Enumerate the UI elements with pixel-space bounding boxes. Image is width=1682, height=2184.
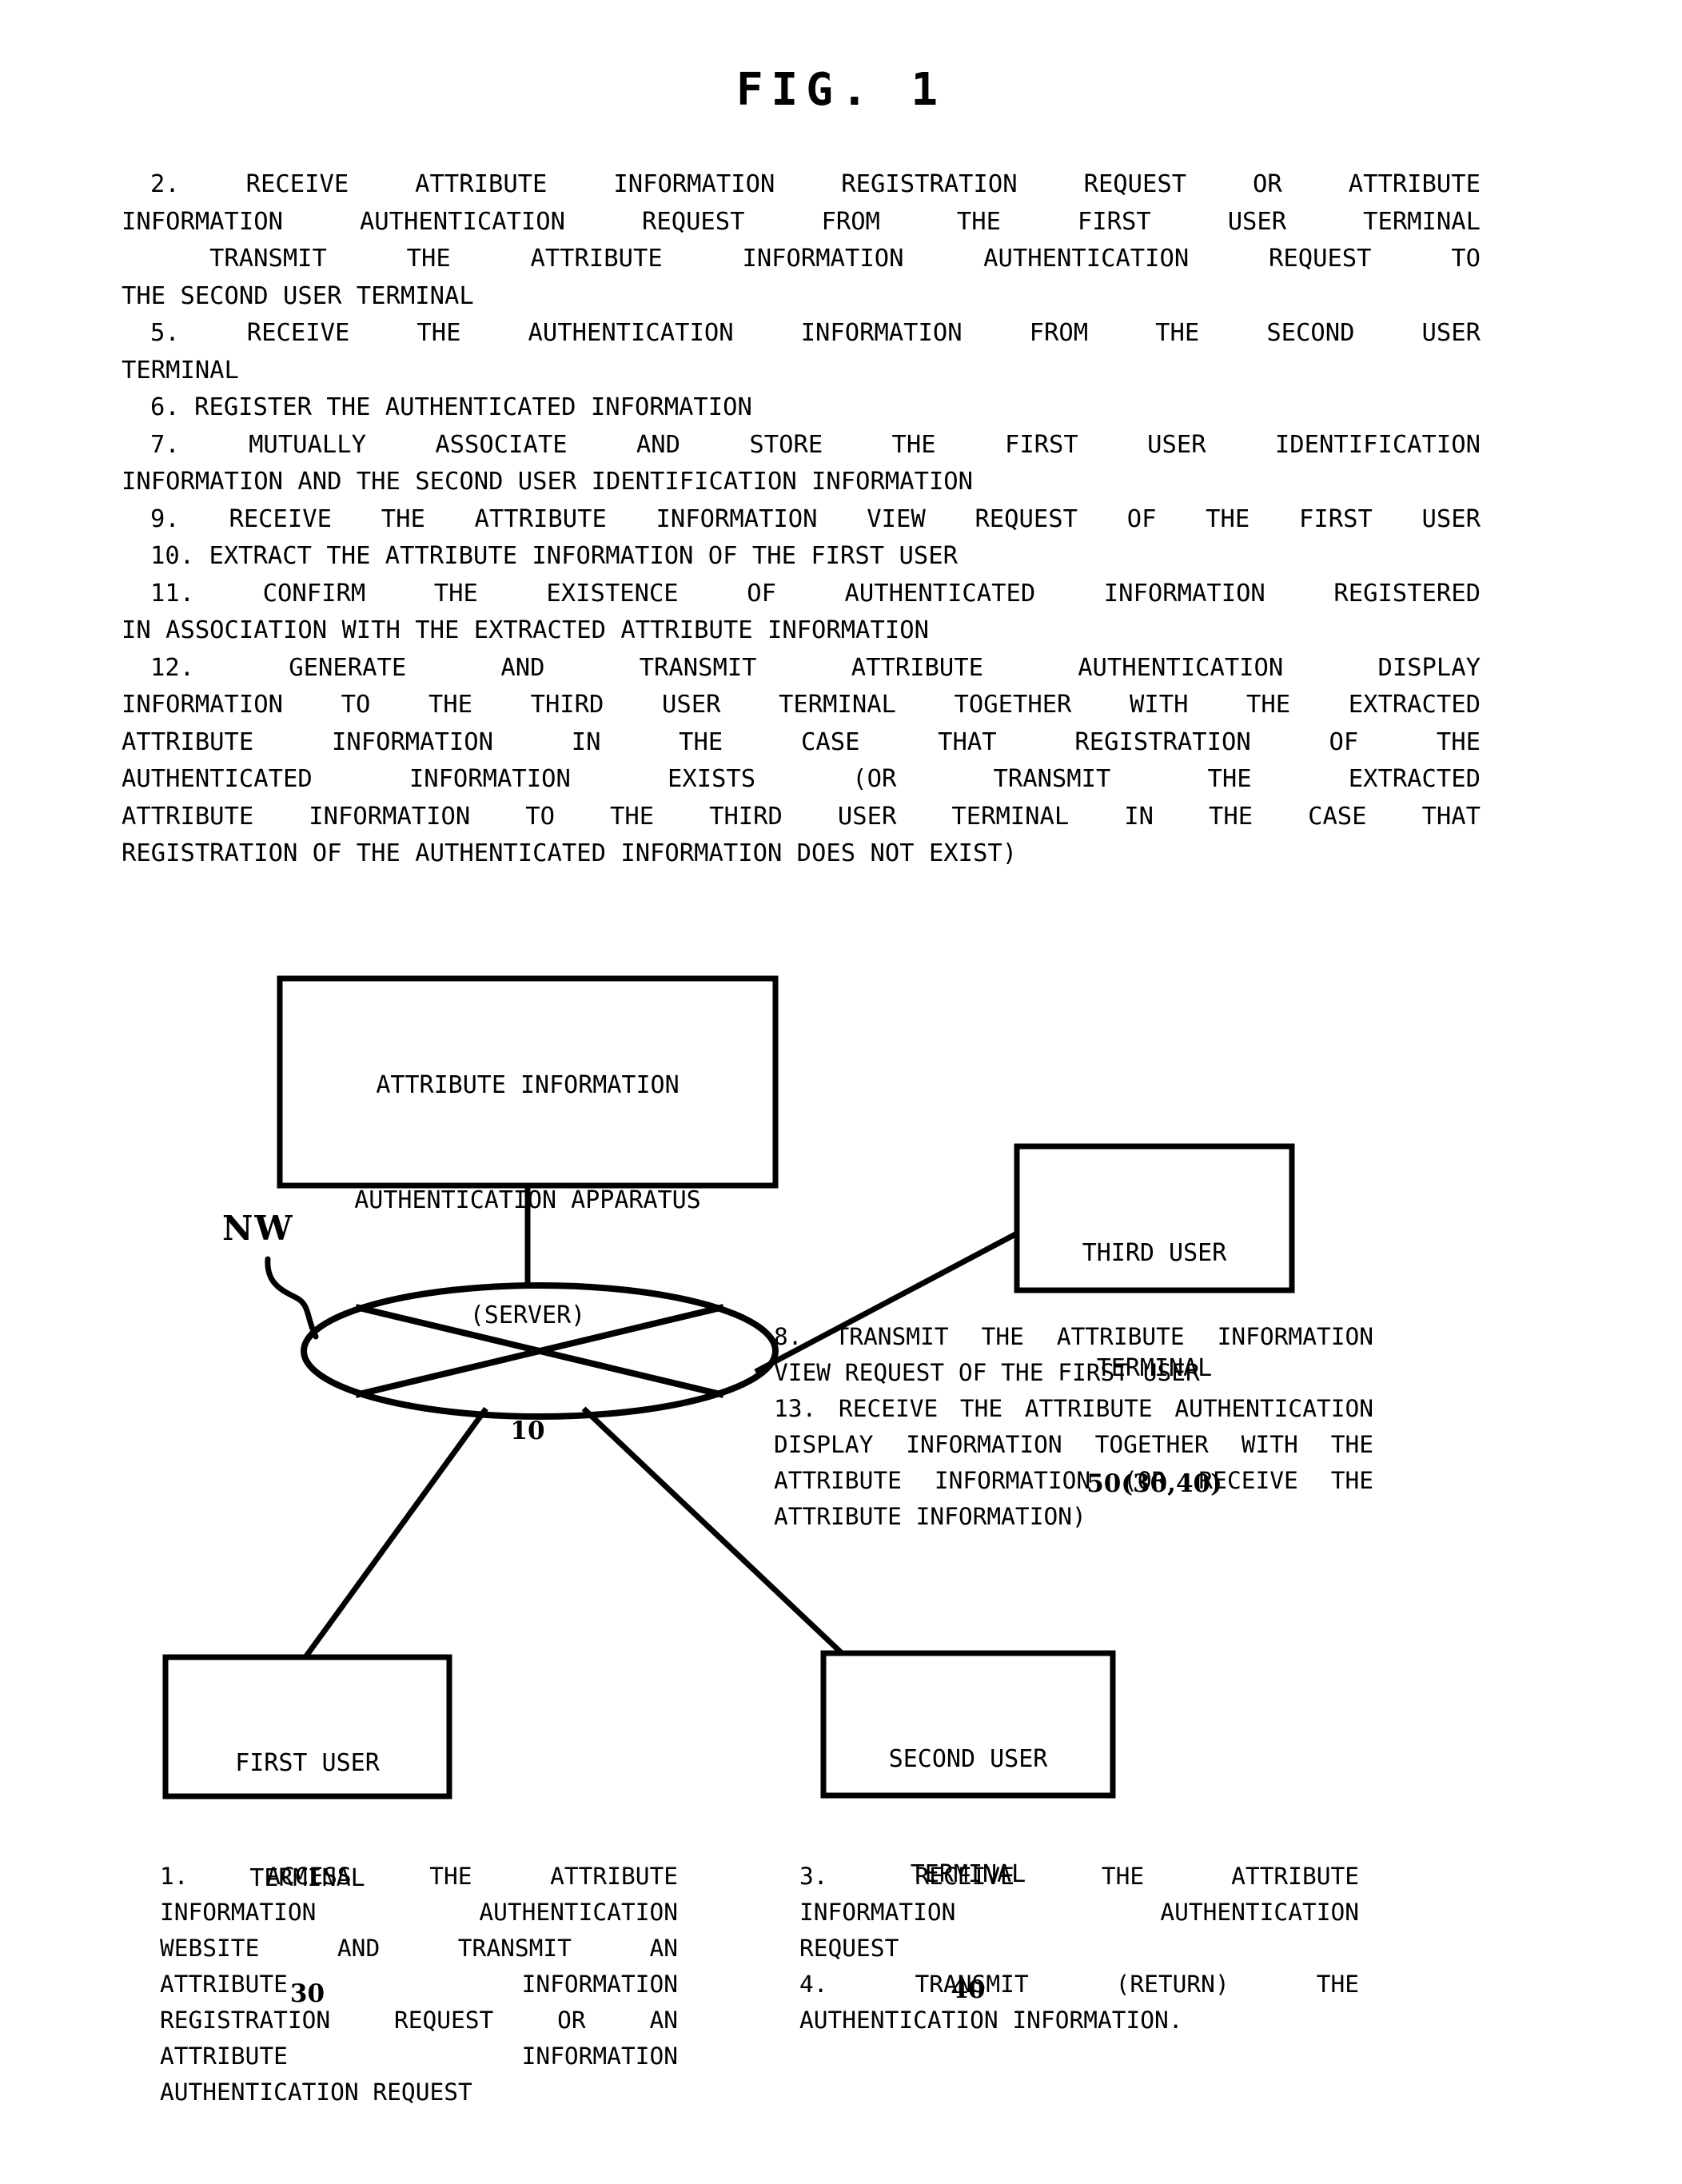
- side-step-line-2: 13. RECEIVE THE ATTRIBUTE AUTHENTICATION: [774, 1395, 1373, 1422]
- second-user-box-line1: SECOND USER: [888, 1745, 1048, 1773]
- side-step-line-0: 8. TRANSMIT THE ATTRIBUTE INFORMATION: [774, 1323, 1373, 1350]
- server-box-line2: AUTHENTICATION APPARATUS: [354, 1186, 701, 1214]
- bottom-right-step-line-2: REQUEST: [799, 1935, 899, 1962]
- first-user-box-line1: FIRST USER: [235, 1749, 380, 1777]
- server-box-line1: ATTRIBUTE INFORMATION: [376, 1071, 680, 1099]
- bottom-left-step-line-6: AUTHENTICATION REQUEST: [160, 2078, 472, 2106]
- server-box-label: ATTRIBUTE INFORMATION AUTHENTICATION APP…: [280, 990, 775, 1527]
- network-label: NW: [222, 1209, 294, 1248]
- side-step-line-5: ATTRIBUTE INFORMATION): [774, 1503, 1086, 1530]
- side-step-line-1: VIEW REQUEST OF THE FIRST USER: [774, 1359, 1200, 1386]
- bottom-right-steps-block: 3. RECEIVE THE ATTRIBUTE INFORMATION AUTH…: [799, 1859, 1359, 2039]
- bottom-right-step-line-0: 3. RECEIVE THE ATTRIBUTE: [799, 1863, 1359, 1890]
- bottom-right-step-line-4: AUTHENTICATION INFORMATION.: [799, 2007, 1183, 2034]
- bottom-right-step-line-3: 4. TRANSMIT (RETURN) THE: [799, 1971, 1359, 1998]
- bottom-left-step-line-3: ATTRIBUTE INFORMATION: [160, 1971, 678, 1998]
- server-box-ref: 10: [510, 1417, 545, 1445]
- system-diagram: ATTRIBUTE INFORMATION AUTHENTICATION APP…: [0, 0, 1682, 2184]
- bottom-left-step-line-4: REGISTRATION REQUEST OR AN: [160, 2007, 678, 2034]
- side-steps-block: 8. TRANSMIT THE ATTRIBUTE INFORMATION VIE…: [774, 1319, 1373, 1535]
- server-box-line3: (SERVER): [469, 1301, 586, 1329]
- bottom-left-step-line-2: WEBSITE AND TRANSMIT AN: [160, 1935, 678, 1962]
- bottom-left-steps-block: 1. ACCESS THE ATTRIBUTE INFORMATION AUTHE…: [160, 1859, 678, 2110]
- third-user-box-line1: THIRD USER: [1082, 1239, 1227, 1267]
- side-step-line-4: ATTRIBUTE INFORMATION (OR RECEIVE THE: [774, 1467, 1373, 1494]
- side-step-line-3: DISPLAY INFORMATION TOGETHER WITH THE: [774, 1431, 1373, 1458]
- bottom-left-step-line-0: 1. ACCESS THE ATTRIBUTE: [160, 1863, 678, 1890]
- bottom-left-step-line-1: INFORMATION AUTHENTICATION: [160, 1899, 678, 1926]
- bottom-right-step-line-1: INFORMATION AUTHENTICATION: [799, 1899, 1359, 1926]
- bottom-left-step-line-5: ATTRIBUTE INFORMATION: [160, 2043, 678, 2070]
